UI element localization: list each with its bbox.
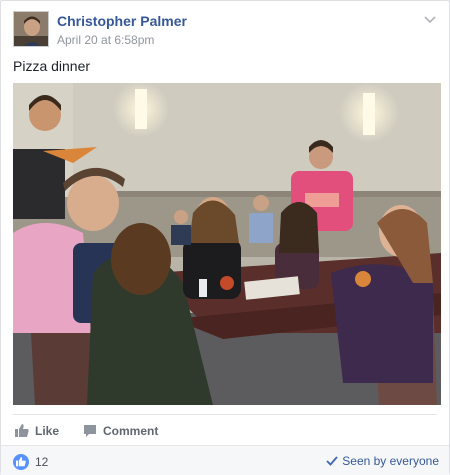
post-text: Pizza dinner bbox=[13, 58, 91, 74]
like-button[interactable]: Like bbox=[15, 422, 59, 440]
post-card: Christopher Palmer April 20 at 6:58pm Pi… bbox=[0, 0, 450, 475]
like-badge-icon bbox=[13, 454, 29, 470]
post-timestamp[interactable]: April 20 at 6:58pm bbox=[57, 33, 154, 47]
post-photo[interactable] bbox=[13, 83, 441, 405]
comment-button[interactable]: Comment bbox=[83, 422, 158, 440]
comment-bubble-icon bbox=[84, 425, 96, 437]
like-label: Like bbox=[35, 424, 60, 438]
chevron-down-icon[interactable] bbox=[423, 11, 439, 25]
checkmark-icon bbox=[326, 456, 338, 466]
reaction-summary[interactable]: 12 bbox=[13, 454, 48, 470]
post-footer: 12 Seen by everyone bbox=[1, 445, 449, 475]
author-name[interactable]: Christopher Palmer bbox=[57, 13, 187, 29]
post-header: Christopher Palmer April 20 at 6:58pm bbox=[13, 11, 437, 51]
reaction-count: 12 bbox=[35, 455, 49, 469]
seen-label: Seen by everyone bbox=[342, 454, 439, 468]
avatar[interactable] bbox=[13, 11, 49, 47]
like-thumb-icon bbox=[15, 424, 29, 437]
seen-by-indicator[interactable]: Seen by everyone bbox=[326, 454, 439, 468]
post-actions: Like Comment bbox=[13, 414, 437, 444]
comment-label: Comment bbox=[103, 424, 159, 438]
